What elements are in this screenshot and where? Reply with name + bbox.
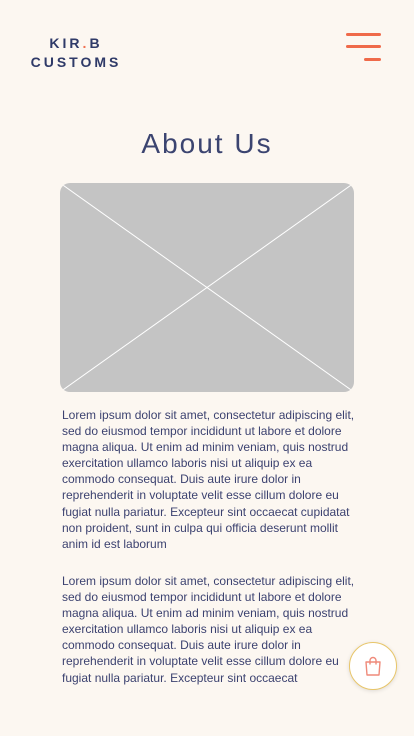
- page-title: About Us: [141, 128, 273, 159]
- cart-button[interactable]: [349, 642, 397, 690]
- menu-bar-bottom: [364, 58, 381, 61]
- hamburger-menu-icon[interactable]: [345, 33, 381, 63]
- shopping-bag-icon: [365, 656, 381, 676]
- about-paragraph-2: Lorem ipsum dolor sit amet, consectetur …: [62, 574, 355, 685]
- logo-text-b: B: [89, 35, 103, 51]
- about-paragraph-1: Lorem ipsum dolor sit amet, consectetur …: [62, 408, 355, 551]
- image-placeholder-icon: [60, 183, 354, 392]
- image-placeholder: [60, 183, 354, 392]
- header: KIR.B CUSTOMS: [0, 0, 414, 90]
- menu-bar-middle: [346, 45, 381, 48]
- logo-text-kir: KIR: [49, 35, 83, 51]
- menu-bar-top: [346, 33, 381, 36]
- logo-text-customs: CUSTOMS: [30, 54, 122, 70]
- brand-logo[interactable]: KIR.B CUSTOMS: [26, 34, 126, 72]
